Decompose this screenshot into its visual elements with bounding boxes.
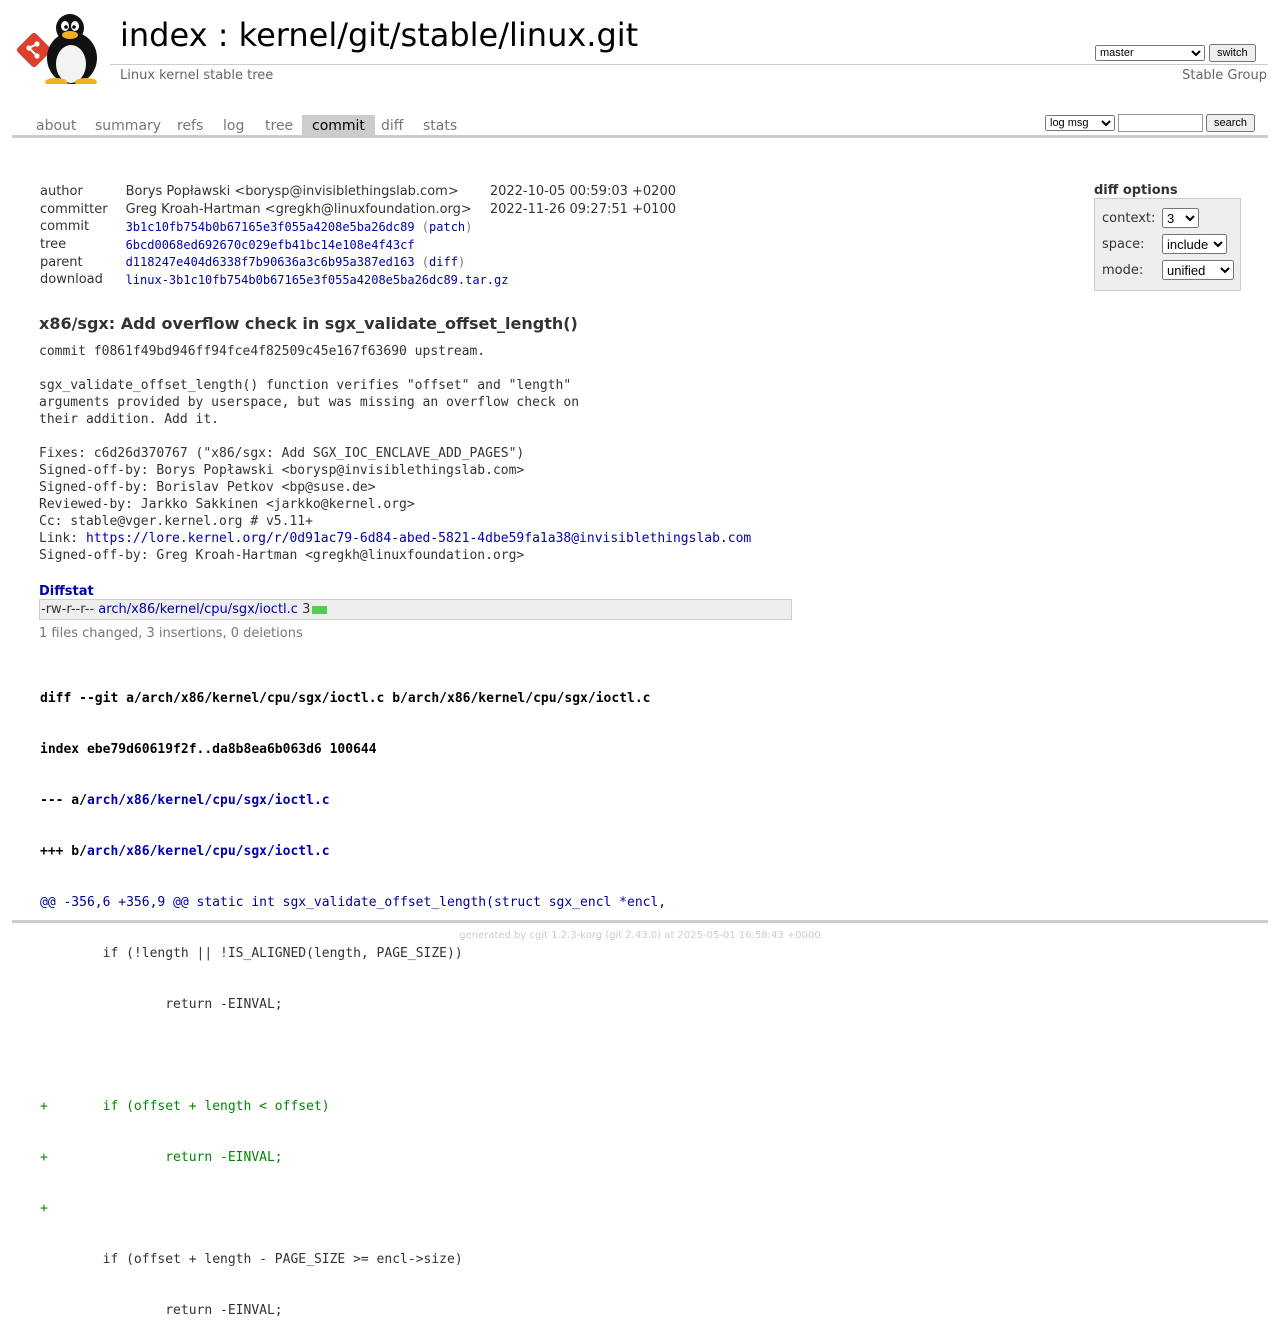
mode-select[interactable]: unified (1162, 260, 1234, 280)
space-row: space: include (1102, 234, 1227, 254)
tab-diff[interactable]: diff (371, 115, 413, 135)
diffstat-count: 3 (302, 602, 311, 617)
diff-line: if (offset + length - PAGE_SIZE >= encl-… (40, 1252, 463, 1267)
diff-hunk-header: @@ -356,6 +356,9 @@ static int sgx_valid… (40, 895, 667, 910)
committer-row: committer Greg Kroah-Hartman <gregkh@lin… (36, 201, 680, 219)
tab-tree[interactable]: tree (255, 115, 303, 135)
commit-info-table: author Borys Popławski <borysp@invisible… (36, 183, 680, 289)
download-row: download linux-3b1c10fb754b0b67165e3f055… (36, 271, 680, 289)
diff-line (40, 1047, 666, 1064)
new-prefix: +++ b/ (40, 844, 87, 859)
author-value: Borys Popławski <borysp@invisiblethingsl… (125, 184, 459, 200)
title-separator: : (207, 16, 239, 54)
commit-hash-link[interactable]: 3b1c10fb754b0b67165e3f055a4208e5ba26dc89 (126, 220, 415, 234)
parent-row: parent d118247e404d6338f7b90636a3c6b95a3… (36, 253, 680, 271)
diffstat-link[interactable]: Diffstat (39, 584, 94, 599)
diff-line: + (40, 1201, 48, 1216)
tab-stats[interactable]: stats (413, 115, 467, 135)
diff-view: diff --git a/arch/x86/kernel/cpu/sgx/ioc… (40, 656, 666, 1336)
context-select[interactable]: 3 (1162, 208, 1199, 228)
repo-description: Linux kernel stable tree (120, 68, 274, 83)
index-link[interactable]: index (120, 16, 208, 54)
committer-date: 2022-11-26 09:27:51 +0100 (489, 201, 676, 217)
diffstat-table: -rw-r--r-- arch/x86/kernel/cpu/sgx/ioctl… (39, 599, 792, 620)
tab-commit[interactable]: commit (302, 115, 375, 135)
search-button[interactable]: search (1206, 114, 1256, 132)
paren-open: ( (421, 255, 430, 270)
search-mode-select[interactable]: log msg (1045, 115, 1115, 131)
commit-message: commit f0861f49bd946ff94fce4f82509c45e16… (39, 343, 751, 564)
search-input[interactable] (1118, 114, 1203, 132)
lore-link[interactable]: https://lore.kernel.org/r/0d91ac79-6d84-… (86, 531, 751, 546)
paren-close: ) (457, 255, 466, 270)
diff-line: return -EINVAL; (40, 997, 283, 1012)
diff-line: return -EINVAL; (40, 1303, 283, 1318)
mode-label: mode: (1102, 263, 1144, 278)
repo-link[interactable]: kernel/git/stable/linux.git (239, 16, 639, 54)
diff-options-panel: context: 3 space: include mode: unified (1094, 198, 1241, 291)
diff-line: if (!length || !IS_ALIGNED(length, PAGE_… (40, 946, 463, 961)
parent-hash-link[interactable]: d118247e404d6338f7b90636a3c6b95a387ed163 (126, 255, 415, 269)
tree-row: tree 6bcd0068ed692670c029efb41bc14e108e4… (36, 236, 680, 254)
context-row: context: 3 (1102, 208, 1199, 228)
footer: generated by cgit 1.2.3-korg (git 2.43.0… (0, 930, 1280, 941)
tab-summary[interactable]: summary (85, 115, 171, 135)
mode-row: mode: unified (1102, 260, 1234, 280)
header-divider (110, 64, 1268, 65)
commit-subject: x86/sgx: Add overflow check in sgx_valid… (39, 314, 578, 333)
committer-label: committer (40, 201, 108, 217)
commit-row: commit 3b1c10fb754b0b67165e3f055a4208e5b… (36, 218, 680, 236)
tab-about[interactable]: about (26, 115, 86, 135)
tab-log[interactable]: log (213, 115, 254, 135)
diff-header-line: diff --git a/arch/x86/kernel/cpu/sgx/ioc… (40, 691, 651, 706)
diffstat-file-link[interactable]: arch/x86/kernel/cpu/sgx/ioctl.c (98, 602, 298, 617)
branch-select[interactable]: master (1095, 45, 1205, 61)
repo-owner: Stable Group (1182, 68, 1267, 83)
space-label: space: (1102, 237, 1145, 252)
diff-index-line: index ebe79d60619f2f..da8b8ea6b063d6 100… (40, 742, 377, 757)
commit-label: commit (40, 219, 90, 235)
footer-git-info: (git 2.43.0) at 2025-05-01 16:58:43 +000… (602, 930, 821, 941)
parent-diff-link[interactable]: diff (429, 255, 458, 269)
old-prefix: --- a/ (40, 793, 87, 808)
footer-prefix: generated by (459, 930, 530, 941)
download-link[interactable]: linux-3b1c10fb754b0b67165e3f055a4208e5ba… (126, 273, 509, 287)
diff-new-file-line: +++ b/arch/x86/kernel/cpu/sgx/ioctl.c (40, 843, 666, 860)
space-select[interactable]: include (1162, 234, 1227, 254)
author-row: author Borys Popławski <borysp@invisible… (36, 183, 680, 201)
download-label: download (40, 272, 103, 288)
switch-button[interactable]: switch (1209, 44, 1256, 62)
footer-divider (12, 920, 1268, 923)
diff-old-file-line: --- a/arch/x86/kernel/cpu/sgx/ioctl.c (40, 792, 666, 809)
git-tux-logo-icon[interactable] (14, 12, 110, 86)
tree-label: tree (40, 237, 67, 253)
paren-open: ( (421, 219, 430, 234)
author-label: author (40, 184, 83, 200)
diff-options-title: diff options (1094, 183, 1178, 198)
diff-line: + return -EINVAL; (40, 1150, 283, 1165)
message-body: commit f0861f49bd946ff94fce4f82509c45e16… (39, 344, 580, 546)
old-file-link[interactable]: arch/x86/kernel/cpu/sgx/ioctl.c (87, 793, 330, 808)
page-title: index : kernel/git/stable/linux.git (120, 16, 638, 54)
author-date: 2022-10-05 00:59:03 +0200 (489, 184, 676, 200)
parent-label: parent (40, 254, 83, 270)
tree-hash-link[interactable]: 6bcd0068ed692670c029efb41bc14e108e4f43cf (126, 238, 415, 252)
diff-line: + if (offset + length < offset) (40, 1099, 330, 1114)
message-signoff: Signed-off-by: Greg Kroah-Hartman <gregk… (39, 548, 525, 563)
context-label: context: (1102, 211, 1156, 226)
diffstat-graph-bar (312, 605, 328, 614)
new-file-link[interactable]: arch/x86/kernel/cpu/sgx/ioctl.c (87, 844, 330, 859)
file-mode: -rw-r--r-- (41, 602, 95, 617)
cgit-link[interactable]: cgit 1.2.3-korg (530, 930, 603, 941)
patch-link[interactable]: patch (429, 220, 465, 234)
committer-value: Greg Kroah-Hartman <gregkh@linuxfoundati… (125, 201, 472, 217)
tab-refs[interactable]: refs (167, 115, 213, 135)
diffstat-summary: 1 files changed, 3 insertions, 0 deletio… (39, 626, 303, 641)
paren-close: ) (465, 219, 473, 234)
